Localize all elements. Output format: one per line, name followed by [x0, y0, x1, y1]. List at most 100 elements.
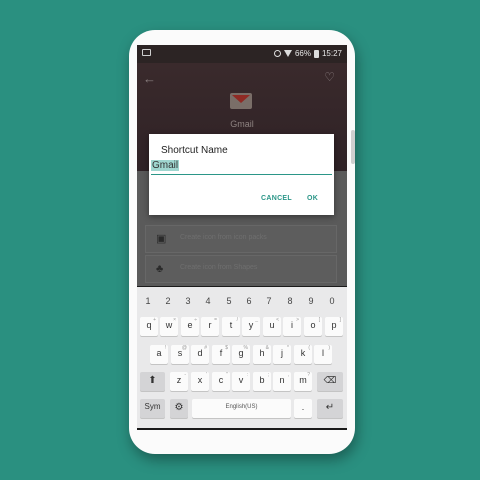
key-label: j — [281, 348, 283, 358]
key-sub: < — [276, 317, 279, 323]
key-x[interactable]: x ' — [191, 372, 209, 391]
key-sub: ? — [307, 372, 310, 378]
key-sub: ) — [328, 345, 330, 351]
enter-key[interactable]: ↵ — [317, 399, 343, 418]
key-u[interactable]: u < — [263, 317, 281, 336]
shortcut-name-input[interactable]: Gmail — [151, 160, 332, 175]
key-4[interactable]: 4 — [198, 293, 218, 309]
key-label: c — [218, 375, 224, 385]
key-sub: % — [243, 345, 248, 351]
key-label: i — [291, 320, 293, 330]
key-0[interactable]: 0 — [322, 293, 342, 309]
key-3[interactable]: 3 — [178, 293, 198, 309]
key-r[interactable]: r = — [201, 317, 219, 336]
key-label: n — [279, 375, 285, 385]
alarm-icon — [273, 50, 281, 57]
volume-button — [351, 130, 355, 164]
back-arrow-icon[interactable]: ← — [143, 71, 156, 86]
space-key[interactable]: English(US) — [192, 399, 291, 418]
shift-icon: ⬆ — [148, 375, 157, 386]
key-sub: ; — [267, 372, 269, 378]
key-v[interactable]: v: — [232, 372, 250, 391]
key-l[interactable]: l) — [314, 345, 332, 364]
notification-icon — [142, 49, 151, 56]
key-sub: # — [204, 345, 207, 351]
key-sub: _ — [255, 317, 258, 323]
gmail-icon — [230, 93, 252, 109]
key-sub: / — [236, 317, 238, 323]
ok-button[interactable]: OK — [307, 195, 318, 202]
key-s[interactable]: s @ — [171, 345, 189, 364]
key-label: b — [259, 375, 265, 385]
key-t[interactable]: t / — [222, 317, 240, 336]
shortcut-name-dialog: Shortcut Name Gmail CANCEL OK — [149, 134, 334, 215]
clock: 15:27 — [321, 49, 342, 58]
key-sub: [ — [318, 317, 320, 323]
key-label: l — [322, 348, 324, 358]
key-label: m — [299, 375, 307, 385]
key-i[interactable]: i > — [283, 317, 301, 336]
key-n[interactable]: n, — [273, 372, 291, 391]
backspace-key[interactable]: ⌫ — [317, 372, 343, 391]
key-j[interactable]: j * — [273, 345, 291, 364]
key-b[interactable]: b; — [253, 372, 271, 391]
key-sub: ] — [339, 317, 341, 323]
app-title: Gmail — [230, 119, 254, 129]
option-shapes[interactable]: ♣ Create icon from Shapes — [145, 255, 337, 283]
key-label: p — [331, 320, 337, 330]
key-label: q — [146, 320, 152, 330]
key-e[interactable]: e ÷ — [181, 317, 199, 336]
battery-icon — [313, 49, 319, 58]
key-7[interactable]: 7 — [259, 293, 279, 309]
key-label: u — [269, 320, 275, 330]
key-sub: > — [296, 317, 299, 323]
key-9[interactable]: 9 — [301, 293, 321, 309]
settings-key[interactable]: ⚙ — [170, 399, 188, 418]
key-label: v — [238, 375, 244, 385]
option-icon-packs[interactable]: ▣ Create icon from icon packs — [145, 225, 337, 253]
key-d[interactable]: d # — [191, 345, 209, 364]
key-label: k — [300, 348, 306, 358]
sym-key[interactable]: Sym — [140, 399, 165, 418]
input-selected-text: Gmail — [151, 160, 180, 171]
key-6[interactable]: 6 — [239, 293, 259, 309]
key-g[interactable]: g% — [232, 345, 250, 364]
key-m[interactable]: m? — [294, 372, 312, 391]
key-h[interactable]: h & — [253, 345, 271, 364]
backspace-icon: ⌫ — [323, 375, 337, 385]
key-label: f — [219, 348, 223, 358]
key-q[interactable]: q + — [140, 317, 158, 336]
shift-key[interactable]: ⬆ — [140, 372, 165, 391]
key-sub: + — [153, 317, 156, 323]
key-sub: = — [214, 317, 217, 323]
key-sub: & — [265, 345, 269, 351]
shapes-icon: ♣ — [156, 263, 164, 275]
key-sub: ' — [206, 372, 207, 378]
key-sub: $ — [225, 345, 228, 351]
key-c[interactable]: c " — [212, 372, 230, 391]
key-w[interactable]: w × — [160, 317, 178, 336]
key-p[interactable]: p] — [325, 317, 343, 336]
key-y[interactable]: y _ — [242, 317, 260, 336]
option-label: Create icon from Shapes — [180, 264, 258, 271]
key-label: e — [187, 320, 193, 330]
key-o[interactable]: o[ — [304, 317, 322, 336]
cancel-button[interactable]: CANCEL — [261, 195, 292, 202]
gear-icon: ⚙ — [174, 402, 184, 413]
key-1[interactable]: 1 — [138, 293, 158, 309]
key-sub: × — [173, 317, 176, 323]
key-5[interactable]: 5 — [219, 293, 239, 309]
key-label: z — [176, 375, 182, 385]
battery-percent: 66% — [294, 49, 311, 58]
key-2[interactable]: 2 — [158, 293, 178, 309]
key-z[interactable]: z- — [170, 372, 188, 391]
widgets-icon: ▣ — [156, 233, 167, 245]
key-k[interactable]: k( — [294, 345, 312, 364]
key-8[interactable]: 8 — [280, 293, 300, 309]
key-f[interactable]: f $ — [212, 345, 230, 364]
status-bar: 66% 15:27 — [137, 45, 347, 63]
key-sub: , — [287, 372, 289, 378]
period-key[interactable]: . — [294, 399, 312, 418]
heart-icon[interactable]: ♡ — [324, 70, 335, 84]
key-a[interactable]: a! — [150, 345, 168, 364]
